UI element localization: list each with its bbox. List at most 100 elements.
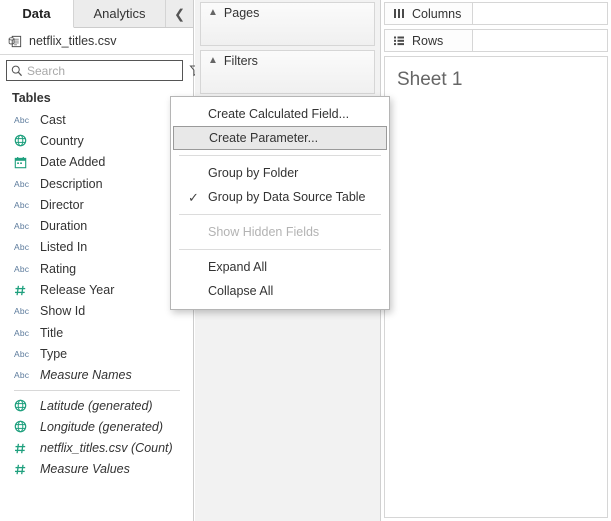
globe-geo-icon bbox=[14, 399, 34, 412]
search-icon bbox=[11, 65, 23, 76]
field-row[interactable]: Abc Listed In bbox=[0, 237, 192, 258]
hash-number-glyph bbox=[15, 464, 26, 475]
menu-item[interactable]: Create Calculated Field... bbox=[171, 102, 389, 126]
field-list-divider bbox=[14, 389, 180, 391]
field-row[interactable]: netflix_titles.csv (Count) bbox=[0, 437, 192, 458]
search-box[interactable] bbox=[6, 60, 183, 81]
globe-geo-glyph bbox=[14, 135, 27, 147]
menu-separator bbox=[179, 249, 381, 250]
check-icon: ✓ bbox=[188, 189, 199, 205]
field-label: Country bbox=[40, 133, 84, 148]
tab-data[interactable]: Data bbox=[0, 0, 74, 28]
field-label: Type bbox=[40, 346, 68, 361]
field-label: Listed In bbox=[40, 240, 88, 255]
abc-glyph: Abc bbox=[14, 199, 30, 210]
rows-icon bbox=[394, 36, 404, 46]
field-label: Measure Names bbox=[40, 368, 132, 383]
field-label: Rating bbox=[40, 261, 77, 276]
field-row[interactable]: Country bbox=[0, 130, 192, 151]
menu-item[interactable]: Collapse All bbox=[171, 279, 389, 303]
field-row[interactable]: Abc Type bbox=[0, 343, 192, 364]
chevron-left-icon[interactable]: ❮ bbox=[174, 7, 185, 20]
sheet-canvas[interactable]: Sheet 1 bbox=[384, 56, 608, 518]
search-input[interactable] bbox=[27, 63, 182, 78]
menu-item[interactable]: ✓ Group by Data Source Table bbox=[171, 185, 389, 209]
field-row[interactable]: Latitude (generated) bbox=[0, 395, 192, 416]
tab-bar-spacer: ❮ bbox=[166, 0, 193, 27]
measures-list: Latitude (generated) Longitude (generated… bbox=[0, 395, 192, 480]
columns-shelf-label: Columns bbox=[412, 6, 462, 21]
field-row[interactable]: Longitude (generated) bbox=[0, 416, 192, 437]
dimensions-list: Abc Cast Country Date Added Abc Description Ab… bbox=[0, 109, 192, 386]
chevron-up-icon[interactable]: ▲ bbox=[208, 8, 218, 18]
field-list[interactable]: Tables Abc Cast Country Date Added Abc Descri… bbox=[0, 86, 192, 521]
rows-shelf-label: Rows bbox=[412, 33, 444, 48]
field-label: Cast bbox=[40, 112, 66, 127]
abc-string-icon: Abc bbox=[14, 115, 34, 125]
menu-separator bbox=[179, 214, 381, 215]
tab-data-label: Data bbox=[22, 6, 51, 21]
chevron-up-icon[interactable]: ▲ bbox=[208, 56, 218, 66]
abc-string-icon: Abc bbox=[14, 264, 34, 274]
field-row[interactable]: Abc Director bbox=[0, 194, 192, 215]
pages-card[interactable]: ▲ Pages bbox=[200, 2, 375, 46]
rows-shelf[interactable]: Rows bbox=[384, 29, 608, 52]
columns-shelf[interactable]: Columns bbox=[384, 2, 608, 25]
columns-drop-zone[interactable] bbox=[473, 3, 607, 24]
field-row[interactable]: Abc Title bbox=[0, 322, 192, 343]
abc-glyph: Abc bbox=[14, 178, 30, 189]
columns-shelf-label-box: Columns bbox=[385, 3, 473, 24]
search-row bbox=[0, 55, 236, 86]
hash-number-glyph bbox=[15, 285, 26, 295]
data-source-icon bbox=[8, 35, 22, 47]
pages-card-header[interactable]: ▲ Pages bbox=[201, 3, 374, 23]
abc-string-icon: Abc bbox=[14, 306, 34, 316]
hash-number-icon bbox=[14, 463, 34, 476]
abc-string-icon: Abc bbox=[14, 328, 34, 338]
filters-card[interactable]: ▲ Filters bbox=[200, 50, 375, 94]
menu-item-label: Create Parameter... bbox=[209, 131, 319, 145]
abc-glyph: Abc bbox=[14, 327, 30, 338]
field-row[interactable]: Abc Duration bbox=[0, 215, 192, 236]
menu-item[interactable]: Create Parameter... bbox=[173, 126, 387, 150]
abc-string-icon: Abc bbox=[14, 242, 34, 252]
rows-shelf-label-box: Rows bbox=[385, 30, 473, 51]
field-row[interactable]: Date Added bbox=[0, 152, 192, 173]
field-row[interactable]: Abc Show Id bbox=[0, 301, 192, 322]
abc-string-icon: Abc bbox=[14, 179, 34, 189]
field-label: Date Added bbox=[40, 155, 106, 170]
field-row[interactable]: Abc Measure Names bbox=[0, 365, 192, 386]
tableau-workbook-window: Data Analytics ❮ netflix_titles.csv Sear… bbox=[0, 0, 611, 521]
menu-item-label: Collapse All bbox=[208, 284, 274, 298]
filters-card-header[interactable]: ▲ Filters bbox=[201, 51, 374, 71]
hash-number-glyph bbox=[15, 443, 26, 453]
sheet-title: Sheet 1 bbox=[397, 69, 463, 90]
globe-geo-glyph bbox=[14, 399, 27, 412]
menu-item[interactable]: Group by Folder bbox=[171, 161, 389, 185]
field-row[interactable]: Abc Description bbox=[0, 173, 192, 194]
abc-string-icon: Abc bbox=[14, 370, 34, 380]
abc-string-icon: Abc bbox=[14, 200, 34, 210]
filters-card-label: Filters bbox=[223, 54, 258, 68]
menu-item-label: Group by Folder bbox=[208, 166, 299, 180]
field-row[interactable]: Measure Values bbox=[0, 459, 192, 480]
calendar-date-icon bbox=[14, 156, 34, 169]
field-label: Title bbox=[40, 325, 64, 340]
globe-geo-icon bbox=[14, 420, 34, 433]
rows-drop-zone[interactable] bbox=[473, 30, 607, 51]
menu-item: Show Hidden Fields bbox=[171, 220, 389, 244]
tab-analytics[interactable]: Analytics bbox=[74, 0, 166, 27]
fields-context-menu[interactable]: Create Calculated Field... Create Paramet… bbox=[170, 96, 390, 310]
menu-item-label: Group by Data Source Table bbox=[208, 190, 366, 204]
field-row[interactable]: Release Year bbox=[0, 279, 192, 300]
field-row[interactable]: Abc Cast bbox=[0, 109, 192, 130]
menu-item[interactable]: Expand All bbox=[171, 255, 389, 279]
abc-glyph: Abc bbox=[14, 306, 30, 317]
abc-glyph: Abc bbox=[14, 221, 30, 232]
columns-icon bbox=[394, 9, 404, 18]
abc-string-icon: Abc bbox=[14, 349, 34, 359]
data-source-row[interactable]: netflix_titles.csv bbox=[0, 28, 193, 55]
field-row[interactable]: Abc Rating bbox=[0, 258, 192, 279]
field-label: Director bbox=[40, 197, 84, 212]
abc-glyph: Abc bbox=[14, 263, 30, 274]
